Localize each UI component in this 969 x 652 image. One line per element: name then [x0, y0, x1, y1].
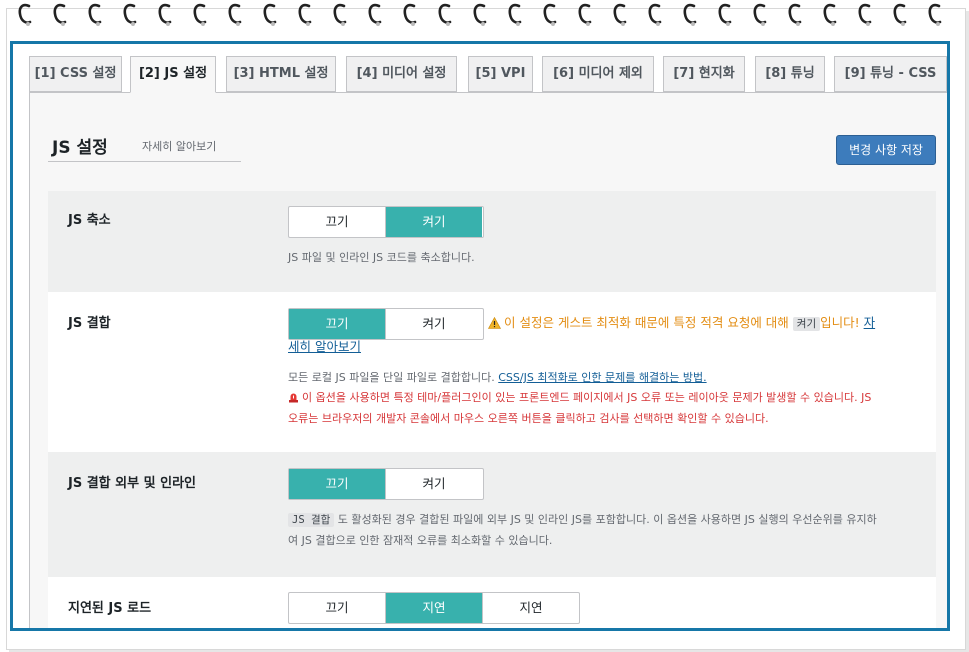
binding-ring: [228, 2, 242, 28]
warning-text-end: 입니다!: [820, 315, 860, 330]
danger-text-line1: 이 옵션을 사용하면 특정 테마/플러그인이 있는 프론트엔드 페이지에서 JS…: [302, 391, 872, 404]
binding-ring: [403, 2, 417, 28]
warning-icon: [488, 317, 501, 329]
tab-vpi[interactable]: [5] VPI: [468, 56, 533, 92]
tab-bar: [1] CSS 설정 [2] JS 설정 [3] HTML 설정 [4] 미디어…: [13, 44, 947, 96]
setting-description: JS 결합 도 활성화된 경우 결합된 파일에 외부 JS 및 인라인 JS를 …: [288, 509, 877, 531]
binding-ring: [928, 2, 942, 28]
js-deferred-toggle: 끄기 지연 지연: [288, 592, 580, 624]
screenshot-frame: [1] CSS 설정 [2] JS 설정 [3] HTML 설정 [4] 미디어…: [10, 41, 950, 631]
toggle-option-on[interactable]: 켜기: [385, 207, 482, 237]
binding-ring: [788, 2, 802, 28]
settings-panel: JS 설정 자세히 알아보기 변경 사항 저장 JS 축소 끄기 켜기 JS 파…: [29, 93, 947, 628]
toggle-option-off[interactable]: 끄기: [289, 469, 385, 499]
tab-media-settings[interactable]: [4] 미디어 설정: [346, 56, 457, 92]
toggle-option-on[interactable]: 켜기: [385, 309, 482, 339]
setting-label: JS 결합 외부 및 인라인: [68, 476, 196, 491]
binding-ring: [578, 2, 592, 28]
description-text: 모든 로컬 JS 파일을 단일 파일로 결합합니다.: [288, 371, 495, 384]
binding-ring: [718, 2, 732, 28]
js-minify-toggle: 끄기 켜기: [288, 206, 484, 238]
danger-notice-line2: 오류는 브라우저의 개발자 콘솔에서 마우스 오른쪽 버튼을 클릭하고 검사를 …: [288, 412, 769, 425]
spiral-binding: [0, 0, 969, 40]
siren-icon: [289, 393, 298, 403]
tab-html-settings[interactable]: [3] HTML 설정: [226, 56, 336, 92]
binding-ring: [53, 2, 67, 28]
binding-ring: [473, 2, 487, 28]
binding-ring: [263, 2, 277, 28]
binding-ring: [613, 2, 627, 28]
toggle-option-on[interactable]: 켜기: [385, 469, 482, 499]
binding-ring: [123, 2, 137, 28]
warning-learn-more-link-cont[interactable]: 세히 알아보기: [288, 339, 361, 354]
toggle-option-deferred[interactable]: 지연: [385, 593, 482, 623]
tab-js-settings[interactable]: [2] JS 설정: [130, 56, 216, 93]
setting-description: 모든 로컬 JS 파일을 단일 파일로 결합합니다. CSS/JS 최적화로 인…: [288, 367, 707, 388]
toggle-option-delayed[interactable]: 지연: [482, 593, 579, 623]
tab-localization[interactable]: [7] 현지화: [663, 56, 745, 92]
binding-ring: [648, 2, 662, 28]
binding-ring: [333, 2, 347, 28]
binding-ring: [508, 2, 522, 28]
setting-description: JS 파일 및 인라인 JS 코드를 축소합니다.: [288, 251, 475, 264]
toggle-option-off[interactable]: 끄기: [289, 207, 385, 237]
learn-more-link[interactable]: 자세히 알아보기: [142, 138, 216, 154]
inline-code: 켜기: [792, 317, 821, 331]
setting-description-line2: 여 JS 결합으로 인한 잠재적 오류를 최소화할 수 있습니다.: [288, 534, 553, 547]
binding-ring: [683, 2, 697, 28]
warning-learn-more-link[interactable]: 자: [864, 315, 876, 330]
toggle-option-off[interactable]: 끄기: [289, 309, 385, 339]
binding-ring: [858, 2, 872, 28]
setting-label: JS 결합: [68, 316, 111, 331]
binding-ring: [158, 2, 172, 28]
warning-text: 이 설정은 게스트 최적화 때문에 특정 적격 요청에 대해: [504, 315, 789, 330]
tab-css-settings[interactable]: [1] CSS 설정: [29, 56, 122, 92]
binding-ring: [543, 2, 557, 28]
binding-ring: [823, 2, 837, 28]
binding-ring: [18, 2, 32, 28]
binding-ring: [893, 2, 907, 28]
danger-notice: 이 옵션을 사용하면 특정 테마/플러그인이 있는 프론트엔드 페이지에서 JS…: [288, 387, 871, 408]
tab-media-exclude[interactable]: [6] 미디어 제외: [542, 56, 654, 92]
setting-row-js-combine-external: JS 결합 외부 및 인라인 끄기 켜기 JS 결합 도 활성화된 경우 결합된…: [48, 452, 936, 577]
setting-row-js-deferred: 지연된 JS 로드 끄기 지연 지연: [48, 577, 936, 628]
save-changes-button[interactable]: 변경 사항 저장: [836, 135, 936, 165]
title-underline: [48, 161, 241, 162]
binding-ring: [753, 2, 767, 28]
binding-ring: [88, 2, 102, 28]
setting-row-js-minify: JS 축소 끄기 켜기 JS 파일 및 인라인 JS 코드를 축소합니다.: [48, 191, 936, 292]
binding-ring: [298, 2, 312, 28]
warning-continuation: 세히 알아보기: [288, 336, 361, 358]
setting-label: 지연된 JS 로드: [68, 601, 152, 616]
inline-code: JS 결합: [288, 513, 335, 527]
setting-row-js-combine: JS 결합 끄기 켜기 이 설정은 게스트 최적화 때문에 특정 적격 요청에 …: [48, 292, 936, 452]
binding-ring: [368, 2, 382, 28]
page-title: JS 설정: [52, 138, 108, 158]
description-text-line1: 도 활성화된 경우 결합된 파일에 외부 JS 및 인라인 JS를 포함합니다.…: [337, 513, 877, 526]
binding-ring: [193, 2, 207, 28]
js-combine-external-toggle: 끄기 켜기: [288, 468, 484, 500]
troubleshoot-link[interactable]: CSS/JS 최적화로 인한 문제를 해결하는 방법.: [498, 371, 706, 384]
guest-optimization-warning: 이 설정은 게스트 최적화 때문에 특정 적격 요청에 대해 켜기 입니다! 자: [488, 312, 875, 335]
tab-tuning-css[interactable]: [9] 튜닝 - CSS: [834, 56, 947, 92]
toggle-option-off[interactable]: 끄기: [289, 593, 385, 623]
binding-ring: [438, 2, 452, 28]
tab-tuning[interactable]: [8] 튜닝: [755, 56, 825, 92]
setting-label: JS 축소: [68, 213, 111, 228]
